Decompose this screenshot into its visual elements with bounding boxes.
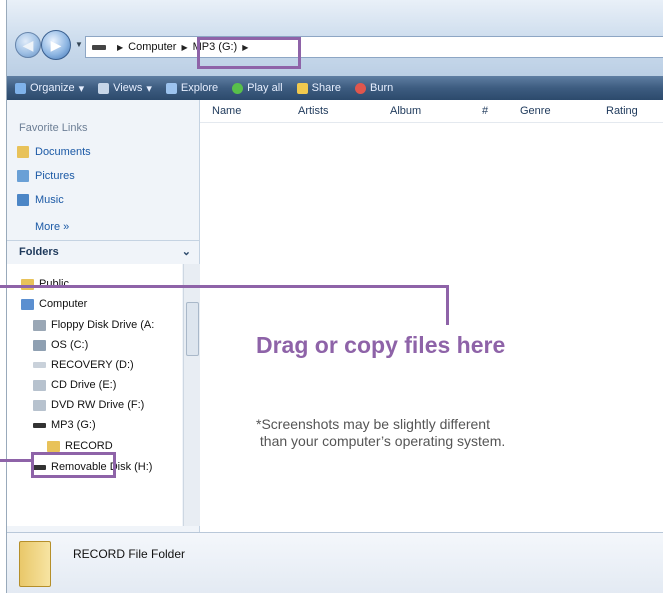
chevron-right-icon: ▶ xyxy=(181,42,188,52)
organize-label: Organize xyxy=(30,82,75,94)
floppy-icon xyxy=(33,319,46,331)
tree-item-os[interactable]: OS (C:) xyxy=(33,339,88,351)
folder-icon xyxy=(17,146,29,158)
tree-scrollbar[interactable] xyxy=(183,264,200,526)
tree-item-floppy[interactable]: Floppy Disk Drive (A: xyxy=(33,319,154,331)
play-icon xyxy=(232,82,244,94)
tree-label: MP3 (G:) xyxy=(51,419,96,431)
chevron-right-icon: ▶ xyxy=(117,42,124,52)
column-album[interactable]: Album xyxy=(390,105,421,117)
share-label: Share xyxy=(311,82,341,94)
favorite-links-title: Favorite Links xyxy=(19,122,88,134)
mp3-highlight xyxy=(31,452,116,478)
tree-label: Computer xyxy=(39,298,88,310)
folders-title: Folders xyxy=(19,245,59,258)
column-artists[interactable]: Artists xyxy=(298,105,329,117)
column-name[interactable]: Name xyxy=(212,105,241,117)
forward-button[interactable]: ▶ xyxy=(41,30,71,60)
command-toolbar: Organize ▾ Views ▾ Explore Play all Share … xyxy=(7,76,663,100)
folder-icon xyxy=(47,440,60,452)
cd-drive-icon xyxy=(33,379,46,391)
fav-documents-label: Documents xyxy=(35,146,91,158)
address-bar[interactable]: ▶ Computer ▶ MP3 (G:) ▶ xyxy=(85,36,663,58)
tree-item-mp3[interactable]: MP3 (G:) xyxy=(33,419,96,431)
tree-label: RECORD xyxy=(65,440,113,452)
tree-label: OS (C:) xyxy=(51,339,89,351)
pictures-icon xyxy=(17,170,29,182)
tree-label: DVD RW Drive (F:) xyxy=(51,399,145,411)
drive-icon xyxy=(33,362,46,368)
column-rating[interactable]: Rating xyxy=(606,105,638,117)
tree-item-record[interactable]: RECORD xyxy=(47,440,113,452)
tree-item-public[interactable]: Public xyxy=(21,278,69,290)
dvd-drive-icon xyxy=(33,399,46,411)
tree-item-computer[interactable]: Computer xyxy=(21,298,87,310)
callout-line xyxy=(0,459,32,462)
drag-instruction: Drag or copy files here xyxy=(256,332,506,358)
fav-pictures[interactable]: Pictures xyxy=(17,170,75,182)
tree-label: CD Drive (E:) xyxy=(51,379,117,391)
explore-icon xyxy=(165,82,177,94)
screenshot-note: *Screenshots may be slightly different t… xyxy=(256,416,626,450)
organize-icon xyxy=(15,82,26,94)
folder-icon xyxy=(19,541,51,587)
details-text: RECORD File Folder xyxy=(73,547,186,561)
fav-pictures-label: Pictures xyxy=(35,170,75,182)
fav-music[interactable]: Music xyxy=(17,194,64,206)
more-link[interactable]: More » xyxy=(35,221,69,233)
tree-item-cd[interactable]: CD Drive (E:) xyxy=(33,379,116,391)
computer-icon xyxy=(21,298,34,310)
note-line: *Screenshots may be slightly different xyxy=(256,416,490,432)
folder-tree: Public Computer Floppy Disk Drive (A: OS… xyxy=(7,264,182,526)
tree-label: RECOVERY (D:) xyxy=(51,359,134,371)
drive-icon xyxy=(33,422,46,428)
tree-item-dvd[interactable]: DVD RW Drive (F:) xyxy=(33,399,144,411)
fav-documents[interactable]: Documents xyxy=(17,146,91,158)
callout-line xyxy=(0,285,449,288)
burn-label: Burn xyxy=(369,82,394,94)
callout-line xyxy=(446,285,449,325)
play-all-label: Play all xyxy=(247,82,283,94)
drive-icon xyxy=(92,44,106,50)
views-icon xyxy=(98,82,110,94)
address-highlight xyxy=(197,37,301,69)
burn-button[interactable]: Burn xyxy=(354,82,394,94)
tree-label: Public xyxy=(39,278,69,290)
folders-header[interactable]: Folders ⌄ xyxy=(7,240,199,262)
scrollbar-thumb[interactable] xyxy=(186,302,199,356)
chevron-down-icon: ⌄ xyxy=(181,246,191,258)
history-dropdown-icon[interactable]: ▼ xyxy=(75,40,83,49)
details-pane: RECORD File Folder xyxy=(7,532,663,593)
column-track-number[interactable]: # xyxy=(482,105,488,117)
organize-button[interactable]: Organize ▾ xyxy=(15,82,84,95)
tree-label: Floppy Disk Drive (A: xyxy=(51,319,155,331)
explore-label: Explore xyxy=(180,82,219,94)
crumb-computer[interactable]: Computer xyxy=(128,41,176,53)
address-area: ◀ ▶ ▼ ▶ Computer ▶ MP3 (G:) ▶ xyxy=(7,0,663,82)
burn-icon xyxy=(354,82,366,94)
views-button[interactable]: Views ▾ xyxy=(98,82,152,95)
explorer-window: ◀ ▶ ▼ ▶ Computer ▶ MP3 (G:) ▶ Organize ▾ … xyxy=(6,0,663,593)
play-all-button[interactable]: Play all xyxy=(232,82,283,94)
note-line: than your computer’s operating system. xyxy=(256,433,506,449)
share-icon xyxy=(296,82,308,94)
share-button[interactable]: Share xyxy=(296,82,341,94)
back-button[interactable]: ◀ xyxy=(15,32,41,58)
explore-button[interactable]: Explore xyxy=(165,82,219,94)
column-headers: Name Artists Album # Genre Rating xyxy=(200,100,663,123)
file-list-pane[interactable]: Name Artists Album # Genre Rating xyxy=(200,100,663,532)
views-label: Views xyxy=(113,82,143,94)
hard-drive-icon xyxy=(33,339,46,351)
column-genre[interactable]: Genre xyxy=(520,105,551,117)
music-icon xyxy=(17,194,29,206)
fav-music-label: Music xyxy=(35,194,64,206)
tree-item-recovery[interactable]: RECOVERY (D:) xyxy=(33,359,134,371)
